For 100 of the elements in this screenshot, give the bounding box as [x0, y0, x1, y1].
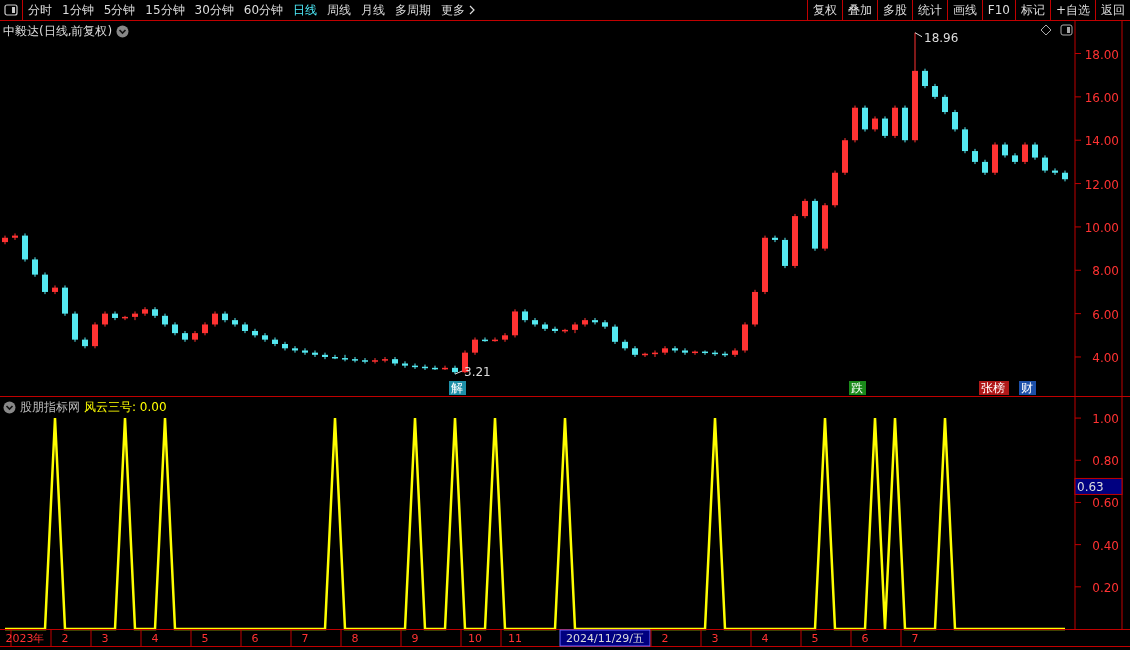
date-axis-label: 4	[151, 632, 159, 645]
rising-candle	[442, 365, 448, 371]
rising-candle	[372, 357, 378, 364]
falling-candle	[622, 339, 628, 351]
event-tag[interactable]: 解	[449, 381, 466, 395]
falling-candle	[902, 105, 908, 143]
rising-candle	[92, 321, 98, 349]
price-axis-label: 6.00	[1092, 307, 1119, 322]
falling-candle	[1052, 167, 1058, 176]
rising-candle	[132, 310, 138, 321]
rising-candle	[492, 336, 498, 343]
rising-candle	[792, 213, 798, 269]
falling-candle	[1032, 141, 1038, 161]
falling-candle	[962, 126, 968, 154]
falling-candle	[932, 83, 938, 100]
price-axis-label: 4.00	[1092, 351, 1119, 365]
price-axis-label: 8.00	[1092, 264, 1119, 279]
rising-candle	[642, 352, 648, 358]
rising-candle	[562, 328, 568, 334]
diamond-icon[interactable]	[1040, 24, 1052, 36]
falling-candle	[812, 198, 818, 252]
falling-candle	[782, 237, 788, 269]
falling-candle	[412, 363, 418, 370]
falling-candle	[982, 159, 988, 176]
rising-candle	[2, 235, 8, 245]
chevron-right-icon	[468, 5, 477, 15]
rising-candle	[692, 350, 698, 356]
rising-candle	[192, 330, 198, 343]
leader-line	[454, 370, 463, 375]
falling-candle	[62, 284, 68, 317]
rising-candle	[212, 310, 218, 328]
indicator-axis-label: 0.40	[1092, 538, 1119, 553]
date-axis-label: 5	[201, 632, 209, 645]
indicator-axis-label: 0.80	[1092, 454, 1119, 469]
chart-title: 中毅达(日线,前复权)	[3, 23, 113, 40]
falling-candle	[362, 357, 368, 364]
dropdown-icon[interactable]	[116, 25, 130, 38]
date-axis-label: 10	[468, 632, 482, 645]
falling-candle	[172, 321, 178, 336]
falling-candle	[1002, 141, 1008, 159]
event-tag[interactable]: 跌	[849, 381, 866, 395]
date-axis-label: 4	[761, 632, 769, 645]
falling-candle	[42, 271, 48, 295]
falling-candle	[1062, 170, 1068, 182]
rising-candle	[762, 235, 768, 295]
falling-candle	[612, 323, 618, 345]
falling-candle	[262, 332, 268, 343]
date-axis-label: 2023年	[5, 632, 45, 645]
indicator-source: 股朋指标网	[20, 399, 80, 416]
falling-candle	[862, 105, 868, 133]
falling-candle	[72, 310, 78, 343]
falling-candle	[82, 336, 88, 349]
rising-candle	[572, 321, 578, 334]
date-axis-label: 7	[301, 632, 309, 645]
rising-candle	[662, 345, 668, 356]
rising-candle	[472, 336, 478, 356]
date-axis-label: 3	[101, 632, 109, 645]
rising-candle	[382, 356, 388, 363]
rising-candle	[732, 347, 738, 358]
falling-candle	[722, 351, 728, 358]
falling-candle	[32, 256, 38, 278]
falling-candle	[1012, 152, 1018, 165]
price-axis-label: 10.00	[1084, 220, 1119, 235]
price-axis-label: 14.00	[1084, 134, 1119, 149]
event-tag[interactable]: 张榜	[979, 381, 1009, 395]
rising-candle	[842, 137, 848, 176]
falling-candle	[342, 354, 348, 362]
falling-candle	[322, 352, 328, 360]
event-tag[interactable]: 财	[1019, 381, 1036, 395]
rising-candle	[202, 321, 208, 336]
falling-candle	[972, 148, 978, 165]
rising-candle	[992, 141, 998, 176]
high-price-label: 18.96	[924, 30, 959, 45]
falling-candle	[602, 319, 608, 330]
falling-candle	[432, 365, 438, 371]
falling-candle	[632, 345, 638, 358]
rising-candle	[832, 170, 838, 208]
dropdown-icon[interactable]	[3, 401, 16, 414]
price-axis-label: 16.00	[1084, 90, 1119, 105]
falling-candle	[352, 356, 358, 363]
falling-candle	[682, 347, 688, 356]
rising-candle	[892, 105, 898, 139]
falling-candle	[312, 350, 318, 358]
rising-candle	[512, 308, 518, 338]
falling-candle	[162, 313, 168, 328]
rising-candle	[52, 284, 58, 295]
falling-candle	[942, 94, 948, 115]
date-axis-label: 2	[661, 632, 669, 645]
rising-candle	[102, 310, 108, 328]
falling-candle	[592, 317, 598, 325]
date-axis-label: 6	[251, 632, 259, 645]
falling-candle	[952, 109, 958, 133]
date-axis-label: 2	[61, 632, 69, 645]
falling-candle	[452, 365, 458, 375]
panel-icon[interactable]	[1060, 24, 1073, 36]
date-axis-label: 9	[411, 632, 419, 645]
falling-candle	[402, 360, 408, 369]
indicator-axis-label: 1.00	[1092, 412, 1119, 427]
rising-candle	[822, 202, 828, 252]
panel-icon	[4, 4, 18, 16]
